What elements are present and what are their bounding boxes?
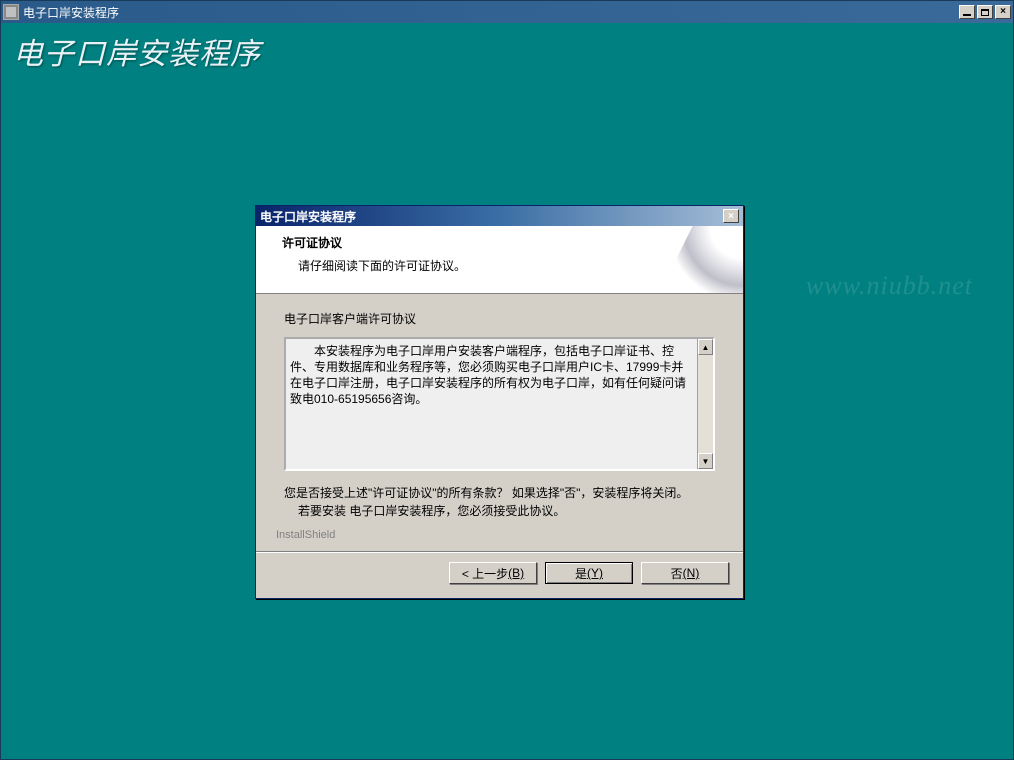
dialog-close-button[interactable]: × — [723, 209, 739, 223]
minimize-button[interactable] — [959, 5, 975, 19]
main-title: 电子口岸安装程序 — [23, 4, 119, 21]
dialog-titlebar: 电子口岸安装程序 × — [256, 206, 743, 226]
agreement-textbox[interactable]: 本安装程序为电子口岸用户安装客户端程序，包括电子口岸证书、控件、专用数据库和业务… — [284, 337, 715, 471]
dialog-header: 许可证协议 请仔细阅读下面的许可证协议。 — [256, 226, 743, 294]
maximize-button[interactable] — [977, 5, 993, 19]
accept-question: 您是否接受上述"许可证协议"的所有条款？ 如果选择"否"，安装程序将关闭。 — [284, 485, 715, 501]
license-dialog: 电子口岸安装程序 × 许可证协议 请仔细阅读下面的许可证协议。 电子口岸客户端许… — [255, 205, 744, 599]
app-icon — [3, 4, 19, 20]
agreement-text: 本安装程序为电子口岸用户安装客户端程序，包括电子口岸证书、控件、专用数据库和业务… — [286, 339, 697, 469]
close-button[interactable]: × — [995, 5, 1011, 19]
dialog-button-row: < 上一步(B) 是(Y) 否(N) — [256, 551, 743, 598]
banner-title: 电子口岸安装程序 — [13, 29, 261, 73]
dialog-title: 电子口岸安装程序 — [260, 208, 723, 225]
no-button[interactable]: 否(N) — [641, 562, 729, 584]
scrollbar[interactable]: ▲ ▼ — [697, 339, 713, 469]
dialog-header-title: 许可证协议 — [282, 234, 725, 251]
dialog-body: 电子口岸客户端许可协议 本安装程序为电子口岸用户安装客户端程序，包括电子口岸证书… — [256, 294, 743, 551]
scroll-track[interactable] — [698, 355, 713, 453]
main-titlebar: 电子口岸安装程序 × — [1, 1, 1013, 23]
main-window: 电子口岸安装程序 × 电子口岸安装程序 www.niubb.net 电子口岸安装… — [0, 0, 1014, 760]
scroll-down-button[interactable]: ▼ — [698, 453, 713, 469]
installshield-label: InstallShield — [276, 529, 715, 541]
agreement-section-label: 电子口岸客户端许可协议 — [284, 310, 715, 327]
accept-instruction: 若要安装 电子口岸安装程序，您必须接受此协议。 — [298, 503, 715, 519]
back-button[interactable]: < 上一步(B) — [449, 562, 537, 584]
scroll-up-button[interactable]: ▲ — [698, 339, 713, 355]
yes-button[interactable]: 是(Y) — [545, 562, 633, 584]
dialog-header-subtitle: 请仔细阅读下面的许可证协议。 — [298, 257, 725, 274]
watermark: www.niubb.net — [806, 271, 973, 301]
